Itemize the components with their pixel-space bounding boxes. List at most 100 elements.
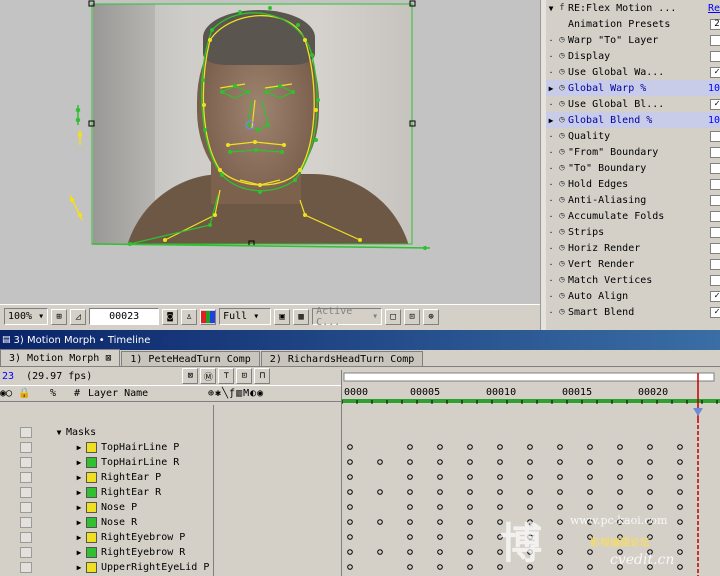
- show-snapshot-icon[interactable]: ♙: [181, 308, 198, 325]
- mask-color-swatch[interactable]: [86, 487, 97, 498]
- visibility-checkbox[interactable]: [20, 502, 32, 513]
- stopwatch-icon[interactable]: ◷: [556, 307, 568, 317]
- visibility-checkbox[interactable]: [20, 457, 32, 468]
- effect-property-row[interactable]: · ◷ Strips: [546, 224, 720, 240]
- stopwatch-icon[interactable]: ◷: [556, 147, 568, 157]
- current-time[interactable]: 23: [2, 371, 14, 382]
- expand-triangle-icon[interactable]: ▶: [546, 116, 556, 125]
- effect-dropdown[interactable]: [710, 130, 720, 142]
- flowchart-icon[interactable]: ⊕: [423, 308, 440, 325]
- transparency-grid-icon[interactable]: ▦: [293, 308, 310, 325]
- tab-pete-head-turn[interactable]: 1) PeteHeadTurn Comp: [121, 351, 260, 366]
- effect-property-row[interactable]: Animation Presets 2: [546, 16, 720, 32]
- expand-triangle-icon[interactable]: ▶: [72, 548, 86, 557]
- expand-triangle-icon[interactable]: ▶: [72, 533, 86, 542]
- effect-property-row[interactable]: · ◷ Match Vertices: [546, 272, 720, 288]
- effect-property-row[interactable]: · ◷ Warp "To" Layer: [546, 32, 720, 48]
- mask-color-swatch[interactable]: [86, 532, 97, 543]
- safe-zones-icon[interactable]: ⊞: [51, 308, 68, 325]
- mask-color-swatch[interactable]: [86, 502, 97, 513]
- effect-checkbox[interactable]: ✓: [710, 306, 720, 318]
- effect-dropdown[interactable]: [710, 242, 720, 254]
- tab-motion-morph[interactable]: 3) Motion Morph ⊠: [0, 349, 121, 366]
- effect-dropdown[interactable]: [710, 210, 720, 222]
- visibility-checkbox[interactable]: [20, 517, 32, 528]
- stopwatch-icon[interactable]: ◷: [556, 115, 568, 125]
- effect-property-row[interactable]: ▶ ◷ Global Warp % 10: [546, 80, 720, 96]
- mask-color-swatch[interactable]: [86, 547, 97, 558]
- mask-color-swatch[interactable]: [86, 472, 97, 483]
- effect-property-row[interactable]: · ◷ Smart Blend ✓: [546, 304, 720, 320]
- effect-property-row[interactable]: · ◷ Display: [546, 48, 720, 64]
- effect-property-row[interactable]: · ◷ Hold Edges: [546, 176, 720, 192]
- effect-property-row[interactable]: · ◷ Horiz Render: [546, 240, 720, 256]
- motion-blur-icon[interactable]: ⊡: [236, 368, 253, 384]
- stopwatch-icon[interactable]: ◷: [556, 259, 568, 269]
- mask-color-swatch[interactable]: [86, 517, 97, 528]
- comp-canvas[interactable]: [0, 0, 540, 304]
- effect-header[interactable]: ▼ f RE:Flex Motion ... Re: [546, 0, 720, 16]
- mask-view-icon[interactable]: ◿: [70, 308, 87, 325]
- visibility-checkbox[interactable]: [20, 487, 32, 498]
- draft-3d-icon[interactable]: ⊤: [218, 368, 235, 384]
- zoom-select[interactable]: 100% ▾: [4, 308, 49, 325]
- effect-property-row[interactable]: · ◷ Quality: [546, 128, 720, 144]
- stopwatch-icon[interactable]: ◷: [556, 179, 568, 189]
- stopwatch-icon[interactable]: ◷: [556, 195, 568, 205]
- effect-property-row[interactable]: ▶ ◷ Global Blend % 10: [546, 112, 720, 128]
- stopwatch-icon[interactable]: ◷: [556, 51, 568, 61]
- comp-flow-icon[interactable]: ⊠: [182, 368, 199, 384]
- snapshot-icon[interactable]: ◙: [162, 308, 179, 325]
- expand-triangle-icon[interactable]: ▶: [72, 443, 86, 452]
- stopwatch-icon[interactable]: ◷: [556, 99, 568, 109]
- effect-property-row[interactable]: · ◷ "To" Boundary: [546, 160, 720, 176]
- stopwatch-icon[interactable]: ◷: [556, 67, 568, 77]
- effect-property-row[interactable]: · ◷ Use Global Wa... ✓: [546, 64, 720, 80]
- effect-property-row[interactable]: · ◷ Accumulate Folds: [546, 208, 720, 224]
- toggle-pixel-icon[interactable]: ⊡: [404, 308, 421, 325]
- effect-checkbox[interactable]: ✓: [710, 66, 720, 78]
- effect-checkbox[interactable]: ✓: [710, 290, 720, 302]
- effect-dropdown[interactable]: [710, 226, 720, 238]
- expand-triangle-icon[interactable]: ▶: [72, 488, 86, 497]
- expand-triangle-icon[interactable]: ▶: [72, 563, 86, 572]
- stopwatch-icon[interactable]: ◷: [556, 227, 568, 237]
- expand-triangle-icon[interactable]: ▼: [546, 4, 556, 13]
- effect-dropdown[interactable]: 2: [710, 18, 720, 30]
- mask-color-swatch[interactable]: [86, 442, 97, 453]
- time-ruler[interactable]: 0000 00005 00010 00015 00020: [342, 370, 720, 423]
- expand-triangle-icon[interactable]: ▶: [546, 84, 556, 93]
- stopwatch-icon[interactable]: ◷: [556, 163, 568, 173]
- effect-property-row[interactable]: · ◷ Anti-Aliasing: [546, 192, 720, 208]
- timeline-title-bar[interactable]: ▤ 3) Motion Morph • Timeline: [0, 330, 720, 350]
- expand-triangle-icon[interactable]: ▶: [72, 458, 86, 467]
- camera-view-select[interactable]: Active C... ▾: [312, 306, 383, 328]
- effect-property-row[interactable]: · ◷ Auto Align ✓: [546, 288, 720, 304]
- effect-property-value[interactable]: 10: [708, 83, 720, 94]
- visibility-checkbox[interactable]: [20, 442, 32, 453]
- expand-triangle-icon[interactable]: ▶: [72, 503, 86, 512]
- stopwatch-icon[interactable]: ◷: [556, 211, 568, 221]
- visibility-checkbox[interactable]: [20, 427, 32, 438]
- effect-property-value[interactable]: 10: [708, 115, 720, 126]
- effect-dropdown[interactable]: [710, 34, 720, 46]
- effect-property-row[interactable]: · ◷ "From" Boundary: [546, 144, 720, 160]
- mask-overlay[interactable]: [0, 0, 540, 304]
- expand-triangle-icon[interactable]: ▶: [72, 518, 86, 527]
- tt-icon[interactable]: Ⓜ: [200, 368, 217, 384]
- effect-dropdown[interactable]: [710, 178, 720, 190]
- view-layout-icon[interactable]: □: [385, 308, 402, 325]
- reset-link[interactable]: Re: [708, 3, 720, 14]
- channel-icon[interactable]: [200, 308, 217, 325]
- expand-triangle-icon[interactable]: ▶: [72, 473, 86, 482]
- stopwatch-icon[interactable]: ◷: [556, 35, 568, 45]
- visibility-checkbox[interactable]: [20, 562, 32, 573]
- layer-name-header[interactable]: Layer Name: [88, 388, 208, 399]
- visibility-checkbox[interactable]: [20, 532, 32, 543]
- fx-toggle-icon[interactable]: f: [556, 3, 568, 13]
- expand-triangle-icon[interactable]: ▼: [52, 428, 66, 437]
- mask-color-swatch[interactable]: [86, 562, 97, 573]
- stopwatch-icon[interactable]: ◷: [556, 83, 568, 93]
- effect-dropdown[interactable]: [710, 146, 720, 158]
- stopwatch-icon[interactable]: ◷: [556, 243, 568, 253]
